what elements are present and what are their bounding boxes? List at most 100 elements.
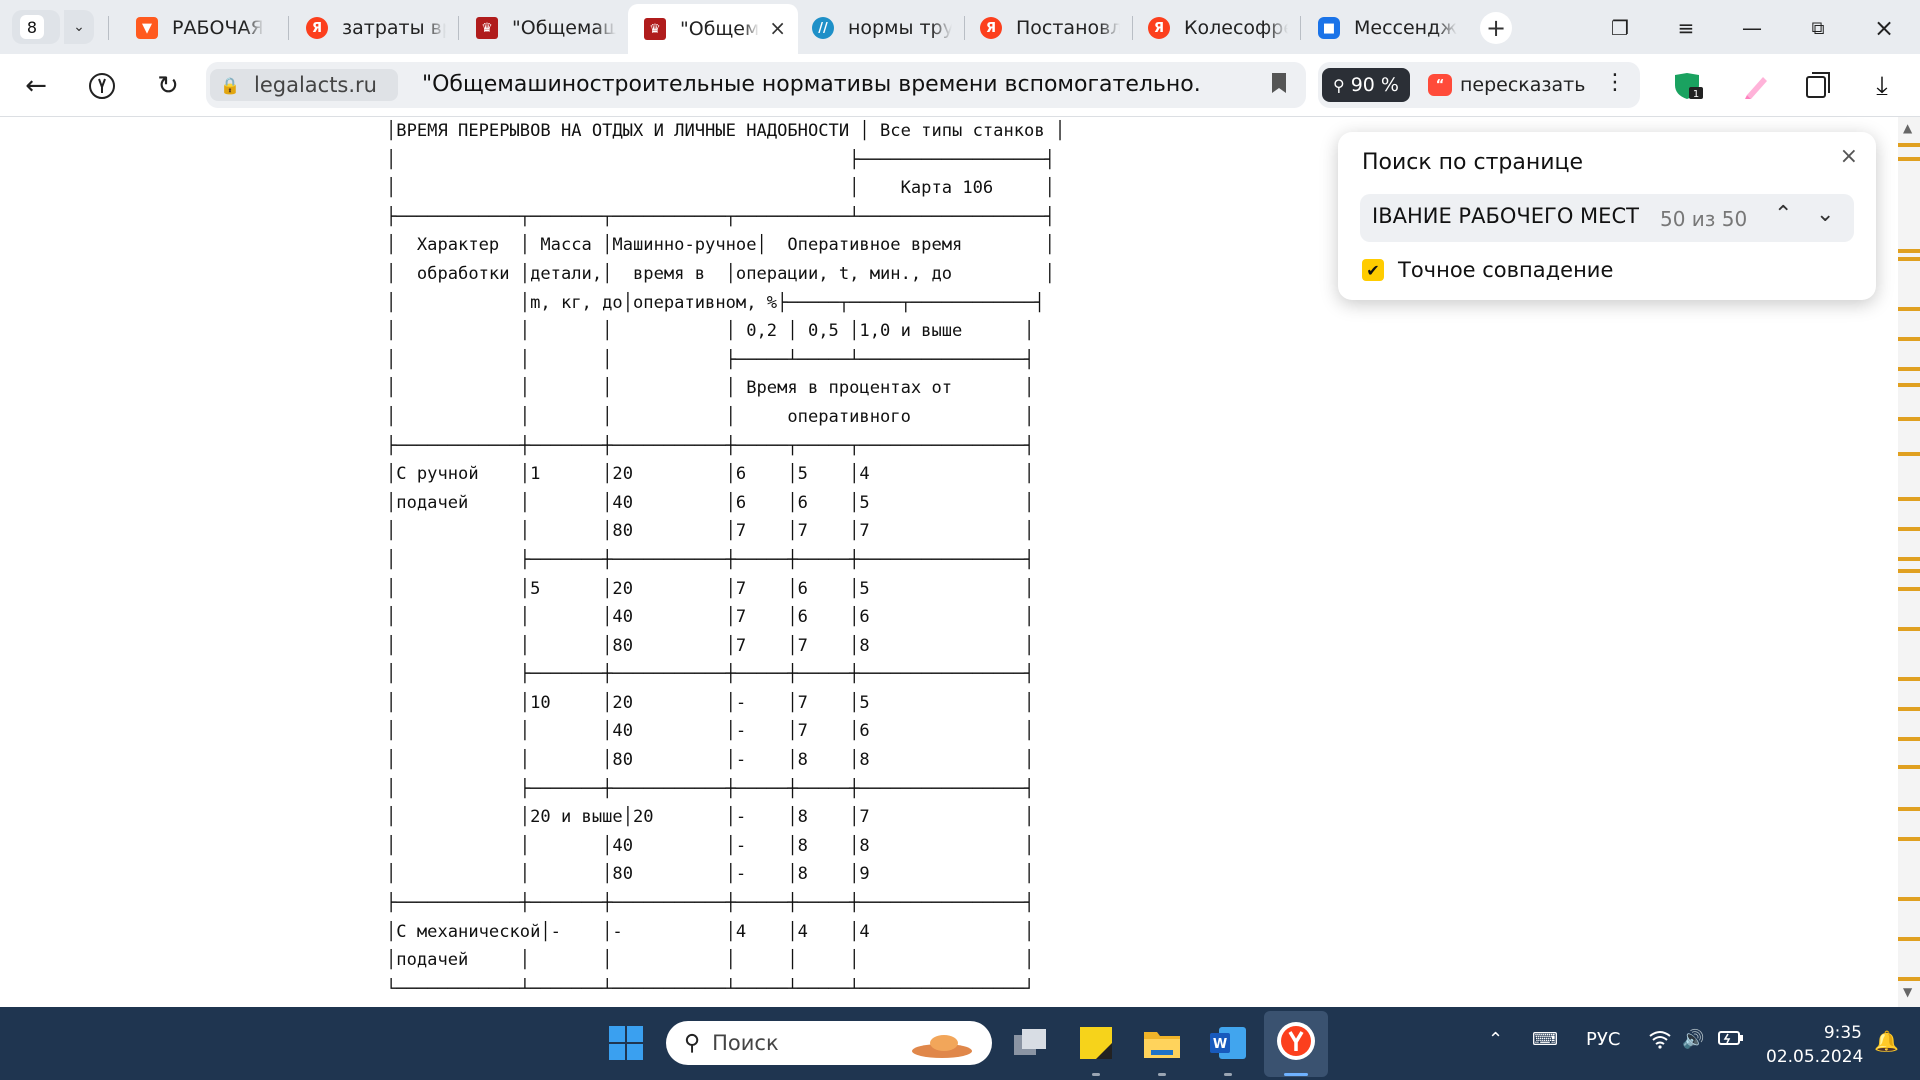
table-line: │ │ │ │ Время в процентах от │	[386, 378, 1035, 399]
protect-extension-icon[interactable]: 1	[1670, 68, 1706, 104]
find-input[interactable]: ІВАНИЕ РАБОЧЕГО МЕСТ	[1372, 204, 1657, 228]
new-tab-button[interactable]: +	[1480, 12, 1512, 44]
domain-text: legalacts.ru	[254, 73, 377, 97]
tab-messenger[interactable]: ■ Мессендж	[1318, 6, 1458, 50]
table-line: │С ручной │1 │20 │6 │5 │4 │	[386, 464, 1035, 485]
emblem-icon: ♛	[476, 17, 498, 39]
site-info-button[interactable]: 🔒 legalacts.ru	[210, 69, 398, 101]
match-marker	[1898, 497, 1920, 501]
language-indicator[interactable]: РУС	[1586, 1029, 1620, 1050]
table-line: │С механической│- │- │4 │4 │4 │	[386, 921, 1035, 942]
table-line: │подачей │ │ │ │ │ │	[386, 950, 1035, 971]
table-line: │ │ │80 │7 │7 │7 │	[386, 521, 1035, 542]
yandex-home-button[interactable]	[84, 68, 120, 104]
tab-separator	[108, 16, 109, 40]
scrollbar-thumb[interactable]	[1904, 717, 1914, 867]
tab-collections-icon[interactable]: ❐	[1600, 12, 1640, 44]
yandex-icon: Я	[980, 17, 1002, 39]
chevron-up-icon[interactable]: ⌃	[1488, 1029, 1503, 1050]
close-tab-icon[interactable]: ×	[769, 16, 786, 40]
tab-separator	[1300, 16, 1301, 40]
taskbar: ⚲ Поиск W ⌃ ⌨ РУС 🔊 9:35 02.05.2024 🔔	[0, 1007, 1920, 1080]
messenger-icon: ■	[1318, 17, 1340, 39]
match-marker	[1898, 707, 1920, 711]
more-icon[interactable]: ⋮	[1604, 70, 1626, 95]
vertical-scrollbar[interactable]: ▲ ▼	[1898, 117, 1920, 1007]
download-icon[interactable]: ⤓	[1864, 68, 1900, 104]
match-marker	[1898, 527, 1920, 531]
close-icon[interactable]: ×	[1840, 144, 1858, 169]
yandex-browser-taskbar-button[interactable]	[1264, 1011, 1328, 1077]
find-field: ІВАНИЕ РАБОЧЕГО МЕСТ 50 из 50 ⌃ ⌄	[1360, 194, 1854, 242]
system-clock[interactable]: 9:35 02.05.2024	[1766, 1021, 1863, 1069]
bookmark-icon[interactable]	[1270, 72, 1288, 94]
table-line: ├────────────┼───────┼───────────┼─────┼…	[386, 893, 1035, 914]
match-marker	[1898, 569, 1920, 573]
tab-count-button[interactable]: 8	[12, 10, 60, 44]
scroll-down-arrow-icon[interactable]: ▼	[1903, 985, 1912, 999]
tab-rabochaya[interactable]: ▼ РАБОЧАЯ	[136, 6, 276, 50]
word-icon[interactable]: W	[1206, 1021, 1250, 1065]
battery-icon[interactable]	[1718, 1029, 1744, 1052]
restore-button[interactable]: ⧉	[1798, 12, 1838, 44]
match-marker	[1898, 143, 1920, 147]
table-line: │ │ │40 │- │7 │6 │	[386, 721, 1035, 742]
task-view-icon[interactable]	[1008, 1021, 1052, 1065]
lock-icon: 🔒	[220, 75, 240, 95]
table-line: │ │ │80 │- │8 │8 │	[386, 750, 1035, 771]
notification-icon[interactable]: 🔔	[1874, 1029, 1899, 1053]
file-explorer-icon[interactable]	[1140, 1021, 1184, 1065]
match-marker	[1898, 977, 1920, 981]
browser-menu-icon[interactable]: ≡	[1666, 12, 1706, 44]
reload-button[interactable]: ↻	[150, 68, 186, 104]
table-line: │ │ │40 │7 │6 │6 │	[386, 607, 1035, 628]
table-line: ├────────────┼───────┼───────────┼─────┬…	[386, 435, 1035, 456]
volume-icon[interactable]: 🔊	[1682, 1029, 1704, 1050]
chevron-up-icon[interactable]: ⌃	[1774, 202, 1792, 227]
zoom-level: 90 %	[1350, 74, 1399, 96]
match-marker	[1898, 383, 1920, 387]
table-line: │ ├───────┼───────────┼─────┼─────┼─────…	[386, 778, 1035, 799]
close-window-button[interactable]: ×	[1864, 12, 1904, 44]
match-marker	[1898, 257, 1920, 261]
match-marker	[1898, 897, 1920, 901]
keyboard-icon[interactable]: ⌨	[1532, 1029, 1558, 1050]
pen-extension-icon[interactable]	[1738, 68, 1774, 104]
windows-start-icon[interactable]	[604, 1021, 648, 1065]
table-line: │подачей │ │40 │6 │6 │5 │	[386, 492, 1035, 513]
zoom-button[interactable]: ⚲ 90 %	[1322, 68, 1410, 102]
url-field[interactable]: 🔒 legalacts.ru "Общемашиностроительные н…	[206, 62, 1306, 108]
match-marker	[1898, 367, 1920, 371]
wifi-icon[interactable]	[1648, 1029, 1672, 1054]
chevron-down-icon[interactable]: ⌄	[1816, 202, 1834, 227]
search-placeholder: Поиск	[712, 1031, 779, 1055]
tab-zatraty[interactable]: Я затраты вр	[306, 6, 446, 50]
sticky-notes-icon[interactable]	[1074, 1021, 1118, 1065]
match-marker	[1898, 307, 1920, 311]
retell-label: пересказать	[1460, 74, 1586, 96]
running-indicator	[1092, 1073, 1100, 1076]
back-button[interactable]: ←	[18, 68, 54, 104]
tab-strip: 8 ⌄ ▼ РАБОЧАЯ Я затраты вр ♛ "Общемаш ♛ …	[0, 0, 1920, 54]
match-marker	[1898, 587, 1920, 591]
minimize-button[interactable]: —	[1732, 12, 1772, 44]
collections-icon[interactable]	[1800, 68, 1836, 104]
find-title: Поиск по странице	[1362, 150, 1584, 175]
table-line: │ВРЕМЯ ПЕРЕРЫВОВ НА ОТДЫХ И ЛИЧНЫЕ НАДОБ…	[386, 121, 1066, 141]
tab-kolesofre[interactable]: Я Колесофре	[1148, 6, 1288, 50]
tab-obshchemash-active[interactable]: ♛ "Общем ×	[628, 4, 798, 54]
tab-postanovl[interactable]: Я Постановл	[980, 6, 1120, 50]
retell-button[interactable]: “ пересказать	[1428, 68, 1585, 102]
chevron-down-icon[interactable]: ⌄	[64, 10, 94, 44]
table-line: │ │ │ │ 0,2 │ 0,5 │1,0 и выше │	[386, 321, 1035, 342]
scroll-up-arrow-icon[interactable]: ▲	[1903, 121, 1912, 135]
emblem-icon: ♛	[644, 18, 666, 40]
search-highlight-icon	[912, 1035, 972, 1058]
match-marker	[1898, 557, 1920, 561]
exact-match-checkbox[interactable]: ✔ Точное совпадение	[1362, 258, 1613, 282]
taskbar-search[interactable]: ⚲ Поиск	[666, 1021, 992, 1065]
table-line: │ │20 и выше│20 │- │8 │7 │	[386, 807, 1035, 828]
tab-obshchemash-1[interactable]: ♛ "Общемаш	[476, 6, 616, 50]
page-title: "Общемашиностроительные нормативы времен…	[422, 72, 1202, 97]
tab-normy-truda[interactable]: // нормы тру	[812, 6, 952, 50]
